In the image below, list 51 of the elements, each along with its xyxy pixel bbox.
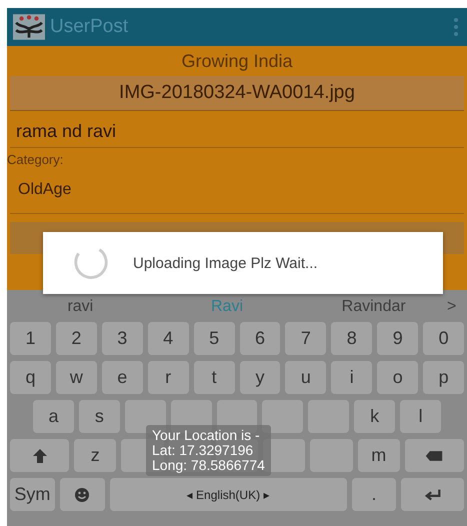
suggestion[interactable]: ravi xyxy=(7,298,154,316)
keyboard-key[interactable]: l xyxy=(400,400,442,433)
keyboard-key[interactable]: e xyxy=(102,361,143,394)
keyboard-key[interactable]: y xyxy=(240,361,280,394)
keyboard-key[interactable]: i xyxy=(331,361,372,394)
keyboard-key[interactable] xyxy=(10,439,70,472)
keyboard-key[interactable]: q xyxy=(10,361,51,394)
keyboard-key[interactable]: s xyxy=(78,400,120,433)
enter-icon xyxy=(424,486,442,502)
keyboard-key[interactable]: . xyxy=(352,478,396,511)
file-name-button[interactable]: IMG-20180324-WA0014.jpg xyxy=(10,76,464,111)
name-field[interactable]: rama nd ravi xyxy=(10,111,464,148)
keyboard-key[interactable]: w xyxy=(56,361,97,394)
keyboard-key[interactable]: o xyxy=(377,361,418,394)
hands-logo-icon xyxy=(13,14,45,40)
keyboard-key[interactable]: t xyxy=(194,361,235,394)
keyboard-key[interactable]: 7 xyxy=(285,322,326,355)
keyboard-key[interactable]: z xyxy=(74,439,116,472)
keyboard-key[interactable]: 1 xyxy=(10,322,51,355)
overflow-menu-icon[interactable] xyxy=(453,17,459,37)
category-dropdown[interactable]: OldAge xyxy=(10,167,464,214)
toast-line: Lat: 17.3297196 xyxy=(152,443,254,458)
category-label: Category: xyxy=(7,152,64,167)
app-title: UserPost xyxy=(50,16,130,38)
keyboard-key[interactable]: u xyxy=(285,361,326,394)
keyboard-key[interactable]: p xyxy=(423,361,464,394)
keyboard-key[interactable]: 4 xyxy=(148,322,189,355)
keyboard-key[interactable] xyxy=(404,439,464,472)
toast-line: Your Location is - xyxy=(152,428,261,443)
keyboard-key[interactable]: 3 xyxy=(102,322,143,355)
keyboard-key[interactable]: m xyxy=(358,439,400,472)
keyboard-key[interactable]: 5 xyxy=(194,322,235,355)
more-suggestions[interactable]: > xyxy=(447,298,467,316)
smiley-icon xyxy=(73,486,92,502)
space-key[interactable]: ◂ English(UK) ▸ xyxy=(110,478,347,511)
keyboard-key[interactable]: r xyxy=(148,361,189,394)
suggestion[interactable]: Ravindar xyxy=(300,298,448,316)
keyboard-key[interactable]: k xyxy=(354,400,396,433)
keyboard-key[interactable] xyxy=(60,478,104,511)
keyboard-key[interactable]: 6 xyxy=(240,322,280,355)
shift-icon xyxy=(30,448,49,464)
keyboard-key[interactable]: 2 xyxy=(56,322,97,355)
keyboard-key[interactable]: 8 xyxy=(331,322,372,355)
form-heading: Growing India xyxy=(180,50,294,73)
keyboard-key[interactable] xyxy=(401,478,464,511)
keyboard-key[interactable]: Sym xyxy=(10,478,55,511)
keyboard-key[interactable]: a xyxy=(33,400,74,433)
dialog-message: Uploading Image Plz Wait... xyxy=(133,254,318,272)
keyboard-key[interactable]: 9 xyxy=(377,322,418,355)
keyboard-key[interactable]: 0 xyxy=(423,322,464,355)
toast-line: Long: 78.5866774 xyxy=(152,458,265,473)
